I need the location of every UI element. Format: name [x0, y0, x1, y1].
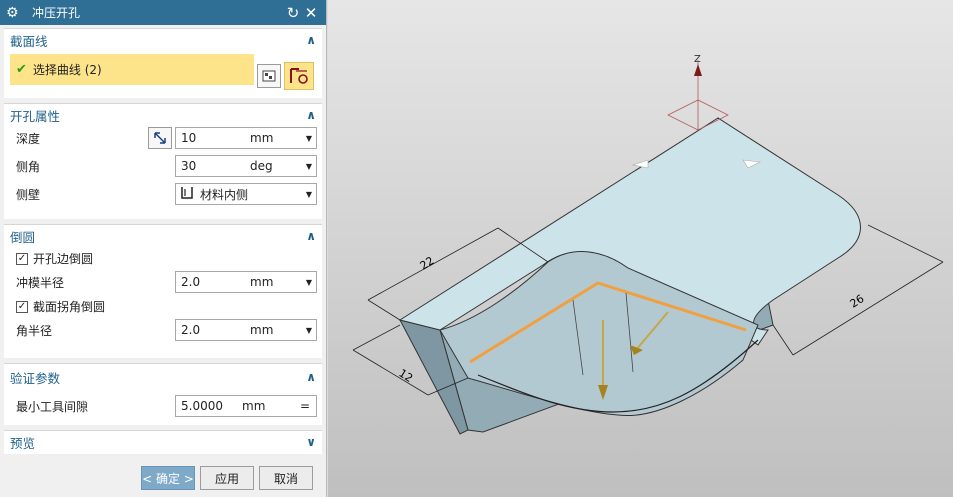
section-hole-properties: 开孔属性 ∧ 深度 10 mm ▼ 侧角 30 deg ▼ 侧壁 材料内侧 ▼ — [4, 103, 322, 219]
z-axis-label: Z — [694, 54, 701, 65]
ok-button[interactable]: < 确定 > — [141, 466, 195, 490]
section-curve: 截面线 ∧ ✔ 选择曲线 (2) — [4, 28, 322, 98]
dialog-title: 冲压开孔 — [32, 6, 81, 20]
title-bar: ⚙ 冲压开孔 ↻ ✕ — [0, 0, 326, 25]
die-radius-field[interactable]: 2.0 mm ▼ — [175, 271, 317, 293]
section-preview-title: 预览 — [10, 435, 36, 451]
corner-radius-label: 角半径 — [16, 324, 53, 338]
chevron-down-icon[interactable]: ▼ — [302, 326, 316, 335]
section-curve-header[interactable]: 截面线 ∧ — [4, 29, 322, 51]
cancel-button[interactable]: 取消 — [259, 466, 313, 490]
curve-rule-button[interactable] — [257, 64, 281, 88]
close-icon[interactable]: ✕ — [302, 4, 320, 22]
section-preview-header[interactable]: 预览 ∨ — [4, 431, 322, 453]
section-props-title: 开孔属性 — [10, 108, 61, 124]
dim-12-label: 12 — [396, 367, 415, 385]
section-round-header[interactable]: 倒圆 ∧ — [4, 225, 322, 247]
depth-field[interactable]: 10 mm ▼ — [175, 127, 317, 149]
angle-row: 侧角 30 deg ▼ — [4, 154, 322, 179]
sketch-section-button[interactable] — [284, 62, 314, 90]
sidewall-select[interactable]: 材料内侧 ▼ — [175, 183, 317, 205]
hole-edge-round-label: 开孔边倒圆 — [33, 252, 94, 266]
section-verify-header[interactable]: 验证参数 ∧ — [4, 364, 322, 390]
chevron-down-icon[interactable]: ▼ — [302, 162, 316, 171]
corner-radius-row: 角半径 2.0 mm ▼ — [4, 318, 322, 343]
die-radius-label: 冲模半径 — [16, 276, 65, 290]
corner-round-checkbox[interactable]: ✓ — [16, 300, 28, 313]
formula-button[interactable]: = — [294, 399, 316, 413]
min-tool-gap-field[interactable]: 5.0000 mm = — [175, 395, 317, 417]
min-tool-gap-row: 最小工具间隙 5.0000 mm = — [4, 394, 322, 419]
curve-rule-icon — [262, 70, 276, 82]
dim-26-label: 26 — [848, 292, 867, 310]
chevron-down-icon[interactable]: ∨ — [306, 435, 316, 449]
gear-icon[interactable]: ⚙ — [6, 5, 24, 21]
sidewall-row: 侧壁 材料内侧 ▼ — [4, 182, 322, 207]
reset-icon[interactable]: ↻ — [284, 4, 302, 22]
section-verify-title: 验证参数 — [10, 370, 61, 386]
chevron-up-icon[interactable]: ∧ — [306, 108, 316, 122]
section-verify: 验证参数 ∧ 最小工具间隙 5.0000 mm = — [4, 363, 322, 425]
z-axis-arrow — [694, 64, 702, 76]
section-round-title: 倒圆 — [10, 229, 36, 245]
part-model: Z 22 12 26 — [352, 54, 944, 435]
die-radius-row: 冲模半径 2.0 mm ▼ — [4, 270, 322, 295]
section-curve-title: 截面线 — [10, 33, 48, 49]
reverse-direction-button[interactable] — [148, 127, 172, 149]
chevron-up-icon[interactable]: ∧ — [306, 370, 316, 384]
apply-button[interactable]: 应用 — [200, 466, 254, 490]
chevron-down-icon[interactable]: ▼ — [302, 190, 316, 199]
corner-round-row[interactable]: ✓ 截面拐角倒圆 — [4, 295, 322, 318]
hole-edge-round-row[interactable]: ✓ 开孔边倒圆 — [4, 247, 322, 270]
graphics-viewport[interactable]: Z 22 12 26 — [328, 0, 953, 497]
section-preview: 预览 ∨ — [4, 430, 322, 454]
corner-round-label: 截面拐角倒圆 — [33, 300, 106, 314]
angle-field[interactable]: 30 deg ▼ — [175, 155, 317, 177]
corner-radius-field[interactable]: 2.0 mm ▼ — [175, 319, 317, 341]
sketch-section-icon — [290, 68, 308, 84]
select-curve-label: 选择曲线 (2) — [32, 63, 102, 77]
sidewall-inside-icon — [176, 186, 198, 203]
sidewall-label: 侧壁 — [16, 188, 41, 202]
punch-hole-dialog: ⚙ 冲压开孔 ↻ ✕ 截面线 ∧ ✔ 选择曲线 (2) 开孔属性 ∧ 深度 10… — [0, 0, 327, 497]
chevron-up-icon[interactable]: ∧ — [306, 229, 316, 243]
section-props-header[interactable]: 开孔属性 ∧ — [4, 104, 322, 126]
chevron-down-icon[interactable]: ▼ — [302, 278, 316, 287]
reverse-direction-icon — [154, 132, 166, 144]
angle-label: 侧角 — [16, 160, 41, 174]
checkmark-icon: ✔ — [16, 62, 27, 77]
chevron-up-icon[interactable]: ∧ — [306, 33, 316, 47]
hole-edge-round-checkbox[interactable]: ✓ — [16, 252, 28, 265]
select-curve-row[interactable]: ✔ 选择曲线 (2) — [10, 54, 254, 85]
chevron-down-icon[interactable]: ▼ — [302, 134, 316, 143]
dim-22-label: 22 — [418, 254, 437, 272]
depth-row: 深度 10 mm ▼ — [4, 126, 322, 151]
section-round: 倒圆 ∧ ✓ 开孔边倒圆 冲模半径 2.0 mm ▼ ✓ 截面拐角倒圆 角半径 … — [4, 224, 322, 358]
min-tool-gap-label: 最小工具间隙 — [16, 400, 89, 414]
